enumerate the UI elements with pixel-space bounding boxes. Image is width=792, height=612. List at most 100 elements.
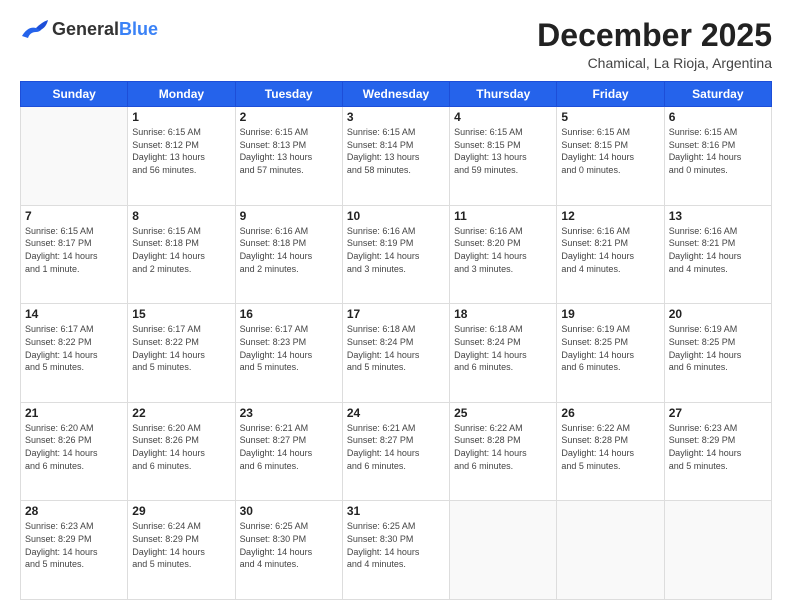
day-number: 6 <box>669 110 767 124</box>
logo-blue: Blue <box>119 19 158 39</box>
day-info: Sunrise: 6:23 AM Sunset: 8:29 PM Dayligh… <box>669 422 767 472</box>
day-info: Sunrise: 6:25 AM Sunset: 8:30 PM Dayligh… <box>240 520 338 570</box>
day-info: Sunrise: 6:15 AM Sunset: 8:13 PM Dayligh… <box>240 126 338 176</box>
day-number: 7 <box>25 209 123 223</box>
day-number: 22 <box>132 406 230 420</box>
day-info: Sunrise: 6:18 AM Sunset: 8:24 PM Dayligh… <box>347 323 445 373</box>
calendar-cell: 28 Sunrise: 6:23 AM Sunset: 8:29 PM Dayli… <box>21 501 128 600</box>
day-info: Sunrise: 6:20 AM Sunset: 8:26 PM Dayligh… <box>132 422 230 472</box>
day-number: 25 <box>454 406 552 420</box>
col-monday: Monday <box>128 82 235 107</box>
day-info: Sunrise: 6:22 AM Sunset: 8:28 PM Dayligh… <box>561 422 659 472</box>
col-tuesday: Tuesday <box>235 82 342 107</box>
calendar-cell <box>450 501 557 600</box>
page: GeneralBlue December 2025 Chamical, La R… <box>0 0 792 612</box>
day-info: Sunrise: 6:16 AM Sunset: 8:19 PM Dayligh… <box>347 225 445 275</box>
day-number: 20 <box>669 307 767 321</box>
day-number: 4 <box>454 110 552 124</box>
day-info: Sunrise: 6:21 AM Sunset: 8:27 PM Dayligh… <box>347 422 445 472</box>
calendar-cell: 14Sunrise: 6:17 AM Sunset: 8:22 PM Dayli… <box>21 304 128 403</box>
day-number: 15 <box>132 307 230 321</box>
day-number: 10 <box>347 209 445 223</box>
day-number: 24 <box>347 406 445 420</box>
calendar-cell: 12 Sunrise: 6:16 AM Sunset: 8:21 PM Dayli… <box>557 205 664 304</box>
day-info: Sunrise: 6:16 AM Sunset: 8:20 PM Dayligh… <box>454 225 552 275</box>
calendar-cell: 11 Sunrise: 6:16 AM Sunset: 8:20 PM Dayli… <box>450 205 557 304</box>
calendar-cell <box>21 107 128 206</box>
calendar-cell: 19Sunrise: 6:19 AM Sunset: 8:25 PM Dayli… <box>557 304 664 403</box>
calendar-table: Sunday Monday Tuesday Wednesday Thursday… <box>20 81 772 600</box>
day-info: Sunrise: 6:15 AM Sunset: 8:12 PM Dayligh… <box>132 126 230 176</box>
day-number: 21 <box>25 406 123 420</box>
day-info: Sunrise: 6:15 AM Sunset: 8:15 PM Dayligh… <box>561 126 659 176</box>
calendar-cell: 6 Sunrise: 6:15 AM Sunset: 8:16 PM Daylig… <box>664 107 771 206</box>
day-number: 11 <box>454 209 552 223</box>
calendar-cell <box>557 501 664 600</box>
day-info: Sunrise: 6:20 AM Sunset: 8:26 PM Dayligh… <box>25 422 123 472</box>
logo-bird-icon <box>20 18 48 40</box>
week-row-3: 14Sunrise: 6:17 AM Sunset: 8:22 PM Dayli… <box>21 304 772 403</box>
calendar-cell: 18 Sunrise: 6:18 AM Sunset: 8:24 PM Dayli… <box>450 304 557 403</box>
day-info: Sunrise: 6:17 AM Sunset: 8:23 PM Dayligh… <box>240 323 338 373</box>
day-info: Sunrise: 6:19 AM Sunset: 8:25 PM Dayligh… <box>561 323 659 373</box>
day-number: 29 <box>132 504 230 518</box>
calendar-cell <box>664 501 771 600</box>
day-number: 30 <box>240 504 338 518</box>
day-info: Sunrise: 6:15 AM Sunset: 8:14 PM Dayligh… <box>347 126 445 176</box>
logo-general: General <box>52 19 119 39</box>
day-number: 28 <box>25 504 123 518</box>
day-number: 2 <box>240 110 338 124</box>
col-saturday: Saturday <box>664 82 771 107</box>
day-info: Sunrise: 6:16 AM Sunset: 8:21 PM Dayligh… <box>561 225 659 275</box>
calendar-cell: 27Sunrise: 6:23 AM Sunset: 8:29 PM Dayli… <box>664 402 771 501</box>
day-info: Sunrise: 6:17 AM Sunset: 8:22 PM Dayligh… <box>25 323 123 373</box>
day-number: 17 <box>347 307 445 321</box>
day-info: Sunrise: 6:16 AM Sunset: 8:18 PM Dayligh… <box>240 225 338 275</box>
calendar-cell: 2 Sunrise: 6:15 AM Sunset: 8:13 PM Daylig… <box>235 107 342 206</box>
calendar-cell: 21 Sunrise: 6:20 AM Sunset: 8:26 PM Dayli… <box>21 402 128 501</box>
calendar-cell: 20Sunrise: 6:19 AM Sunset: 8:25 PM Dayli… <box>664 304 771 403</box>
calendar-cell: 15 Sunrise: 6:17 AM Sunset: 8:22 PM Dayli… <box>128 304 235 403</box>
col-wednesday: Wednesday <box>342 82 449 107</box>
day-info: Sunrise: 6:22 AM Sunset: 8:28 PM Dayligh… <box>454 422 552 472</box>
calendar-cell: 1 Sunrise: 6:15 AM Sunset: 8:12 PM Daylig… <box>128 107 235 206</box>
calendar-cell: 30 Sunrise: 6:25 AM Sunset: 8:30 PM Dayli… <box>235 501 342 600</box>
day-number: 13 <box>669 209 767 223</box>
day-info: Sunrise: 6:15 AM Sunset: 8:17 PM Dayligh… <box>25 225 123 275</box>
day-number: 18 <box>454 307 552 321</box>
day-number: 1 <box>132 110 230 124</box>
week-row-4: 21 Sunrise: 6:20 AM Sunset: 8:26 PM Dayli… <box>21 402 772 501</box>
calendar-cell: 16Sunrise: 6:17 AM Sunset: 8:23 PM Dayli… <box>235 304 342 403</box>
calendar-cell: 13 Sunrise: 6:16 AM Sunset: 8:21 PM Dayli… <box>664 205 771 304</box>
day-number: 5 <box>561 110 659 124</box>
logo-text: GeneralBlue <box>52 19 158 40</box>
day-number: 31 <box>347 504 445 518</box>
day-number: 23 <box>240 406 338 420</box>
calendar-cell: 24 Sunrise: 6:21 AM Sunset: 8:27 PM Dayli… <box>342 402 449 501</box>
col-thursday: Thursday <box>450 82 557 107</box>
col-sunday: Sunday <box>21 82 128 107</box>
day-info: Sunrise: 6:15 AM Sunset: 8:16 PM Dayligh… <box>669 126 767 176</box>
day-info: Sunrise: 6:21 AM Sunset: 8:27 PM Dayligh… <box>240 422 338 472</box>
day-info: Sunrise: 6:18 AM Sunset: 8:24 PM Dayligh… <box>454 323 552 373</box>
day-info: Sunrise: 6:17 AM Sunset: 8:22 PM Dayligh… <box>132 323 230 373</box>
day-info: Sunrise: 6:23 AM Sunset: 8:29 PM Dayligh… <box>25 520 123 570</box>
calendar-cell: 10 Sunrise: 6:16 AM Sunset: 8:19 PM Dayli… <box>342 205 449 304</box>
calendar-cell: 4 Sunrise: 6:15 AM Sunset: 8:15 PM Daylig… <box>450 107 557 206</box>
day-info: Sunrise: 6:25 AM Sunset: 8:30 PM Dayligh… <box>347 520 445 570</box>
calendar-cell: 29 Sunrise: 6:24 AM Sunset: 8:29 PM Dayli… <box>128 501 235 600</box>
day-info: Sunrise: 6:16 AM Sunset: 8:21 PM Dayligh… <box>669 225 767 275</box>
day-info: Sunrise: 6:24 AM Sunset: 8:29 PM Dayligh… <box>132 520 230 570</box>
calendar-cell: 22 Sunrise: 6:20 AM Sunset: 8:26 PM Dayli… <box>128 402 235 501</box>
calendar-cell: 31 Sunrise: 6:25 AM Sunset: 8:30 PM Dayli… <box>342 501 449 600</box>
week-row-1: 1 Sunrise: 6:15 AM Sunset: 8:12 PM Daylig… <box>21 107 772 206</box>
day-number: 12 <box>561 209 659 223</box>
day-number: 26 <box>561 406 659 420</box>
week-row-5: 28 Sunrise: 6:23 AM Sunset: 8:29 PM Dayli… <box>21 501 772 600</box>
day-number: 8 <box>132 209 230 223</box>
month-title: December 2025 <box>537 18 772 53</box>
day-number: 9 <box>240 209 338 223</box>
calendar-cell: 9 Sunrise: 6:16 AM Sunset: 8:18 PM Daylig… <box>235 205 342 304</box>
calendar-cell: 26 Sunrise: 6:22 AM Sunset: 8:28 PM Dayli… <box>557 402 664 501</box>
day-info: Sunrise: 6:15 AM Sunset: 8:15 PM Dayligh… <box>454 126 552 176</box>
